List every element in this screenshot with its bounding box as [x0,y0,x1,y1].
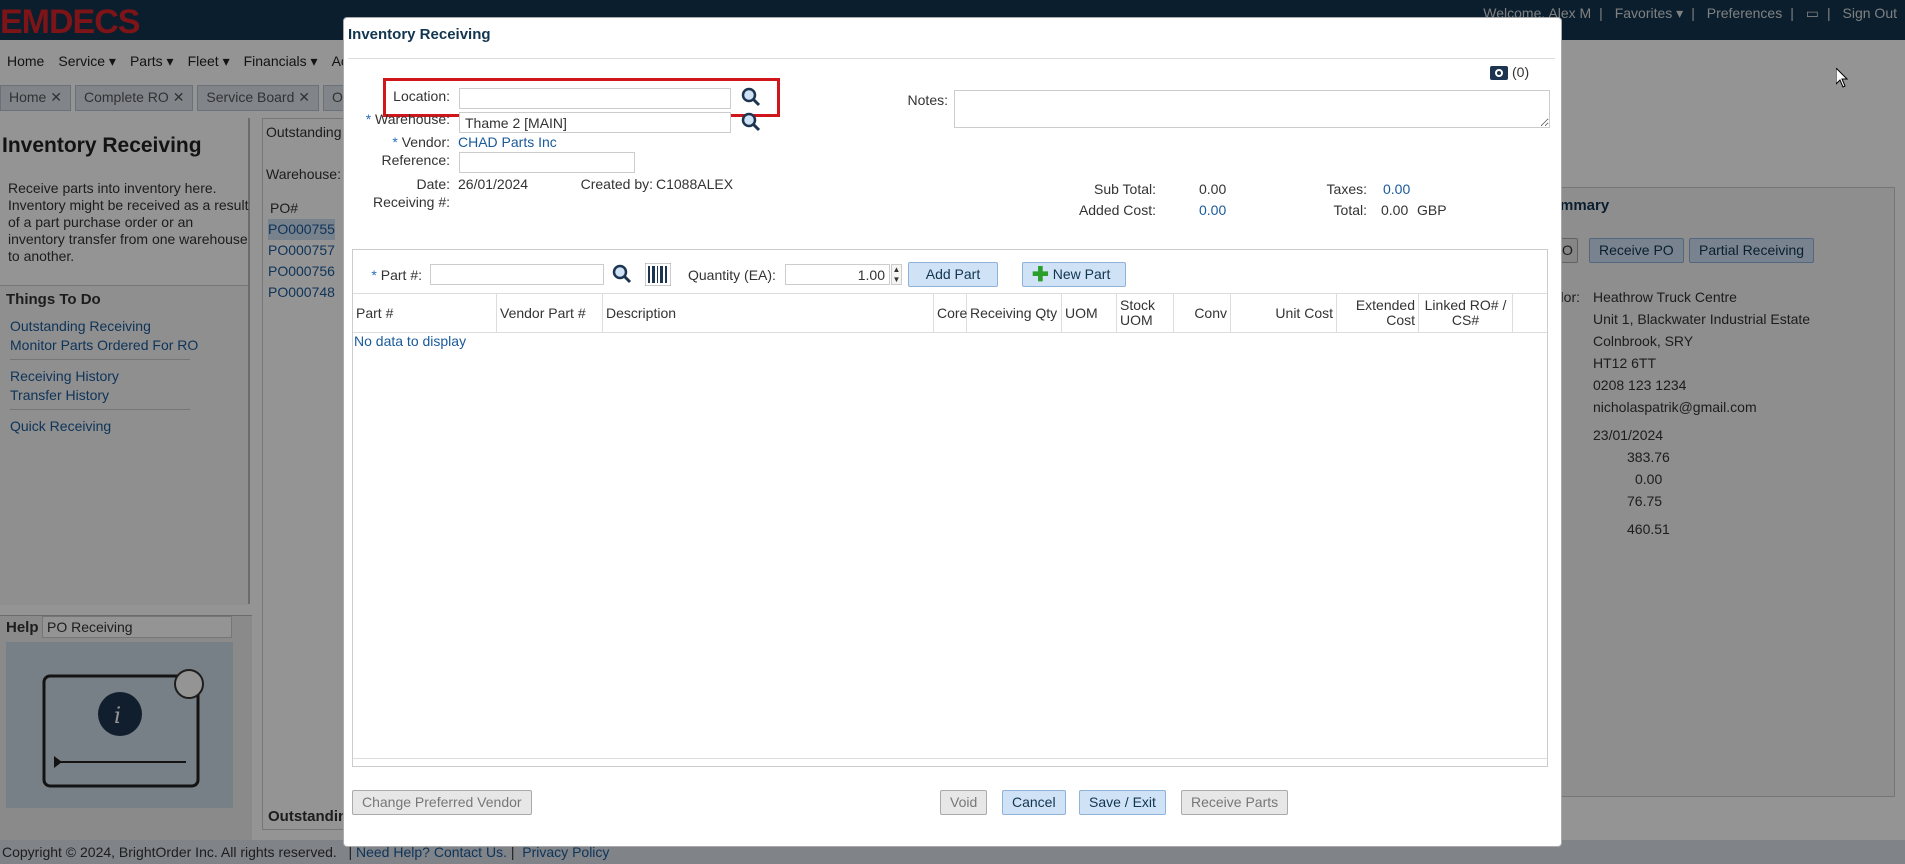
quantity-input[interactable] [785,264,890,285]
camera-icon[interactable] [1490,64,1508,80]
col-vendor-part-number[interactable]: Vendor Part # [497,294,603,332]
new-part-label: New Part [1052,266,1111,282]
no-data-message: No data to display [354,333,467,349]
col-stock-uom[interactable]: Stock UOM [1117,294,1174,332]
col-extended-cost[interactable]: Extended Cost [1337,294,1419,332]
attachments[interactable]: (0) [1490,64,1529,80]
reference-input[interactable] [459,152,635,173]
quantity-label: Quantity (EA): [688,267,776,283]
add-part-button[interactable]: Add Part [908,262,998,287]
col-uom[interactable]: UOM [1062,294,1117,332]
warehouse-label-text: Warehouse: [375,111,450,127]
date-label: Date: [416,176,450,192]
col-core[interactable]: Core [934,294,967,332]
currency-code: GBP [1417,202,1447,218]
part-number-label: * Part #: [360,267,422,283]
part-label-text: Part #: [380,267,422,283]
col-description[interactable]: Description [603,294,934,332]
receive-parts-button[interactable]: Receive Parts [1181,790,1289,815]
created-by-label: Created by: [580,176,653,192]
warehouse-input[interactable] [459,112,731,133]
quantity-stepper[interactable]: ▲ ▼ [891,264,902,285]
vendor-link[interactable]: CHAD Parts Inc [458,134,557,150]
attachments-count: (0) [1512,64,1530,80]
vendor-label: * Vendor: [360,134,450,150]
col-spacer [1513,294,1546,332]
total-label: Total: [1333,202,1367,218]
location-search-icon[interactable] [741,87,761,107]
col-receiving-qty[interactable]: Receiving Qty [967,294,1062,332]
date-value: 26/01/2024 [458,176,529,192]
required-marker: * [392,134,402,150]
added-cost-label: Added Cost: [1078,202,1156,218]
notes-textarea[interactable] [954,90,1550,128]
receiving-number-label: Receiving #: [372,194,450,210]
part-search-icon[interactable] [612,264,632,284]
taxes-value[interactable]: 0.00 [1383,181,1410,197]
save-exit-button[interactable]: Save / Exit [1079,790,1166,815]
cancel-button[interactable]: Cancel [1002,790,1066,815]
warehouse-search-icon[interactable] [741,112,761,132]
warehouse-label: * Warehouse: [360,111,450,127]
col-part-number[interactable]: Part # [353,294,497,332]
required-marker: * [371,267,381,283]
taxes-label: Taxes: [1326,181,1367,197]
grid-footer-divider [353,758,1547,759]
subtotal-label: Sub Total: [1093,181,1156,197]
location-label: Location: [393,88,450,104]
col-unit-cost[interactable]: Unit Cost [1231,294,1337,332]
part-number-input[interactable] [430,264,604,285]
new-part-button[interactable]: ✚ New Part [1022,262,1126,287]
divider [348,58,1555,59]
total-value: 0.00 [1381,202,1409,218]
mouse-cursor-icon [1836,68,1848,88]
parts-grid-header: Part # Vendor Part # Description Core Re… [353,293,1547,333]
reference-label: Reference: [381,152,450,168]
required-marker: * [365,111,376,127]
created-by-value: C1088ALEX [656,176,734,192]
barcode-icon[interactable] [645,263,671,286]
notes-label: Notes: [907,92,948,108]
void-button[interactable]: Void [940,790,988,815]
plus-icon: ✚ [1032,263,1049,286]
location-input[interactable] [459,88,731,109]
added-cost-value[interactable]: 0.00 [1199,202,1226,218]
col-linked-ro[interactable]: Linked RO# / CS# [1419,294,1513,332]
col-conv[interactable]: Conv [1174,294,1231,332]
vendor-label-text: Vendor: [401,134,450,150]
subtotal-value: 0.00 [1199,181,1227,197]
change-preferred-vendor-button[interactable]: Change Preferred Vendor [352,790,532,815]
dialog-title: Inventory Receiving [348,26,491,43]
